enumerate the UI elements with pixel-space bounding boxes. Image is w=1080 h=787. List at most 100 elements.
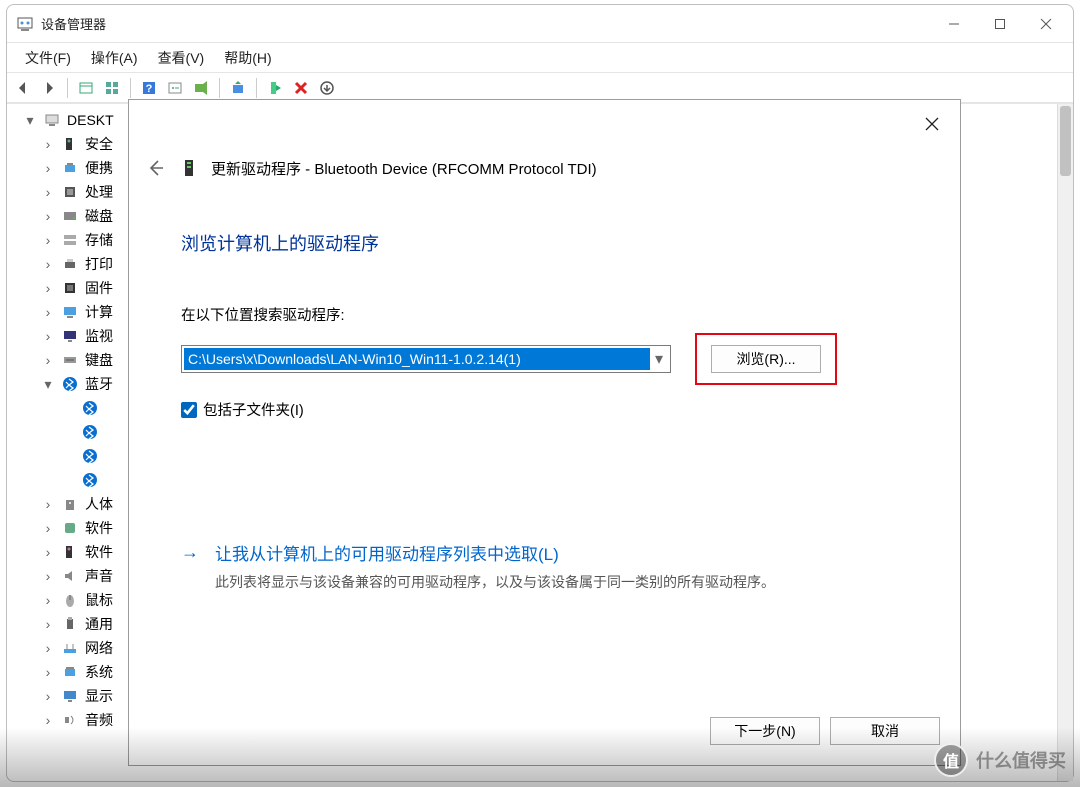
menu-action[interactable]: 操作(A): [81, 45, 148, 71]
tree-item-label: 软件: [85, 542, 113, 562]
bluetooth-icon: [81, 399, 99, 417]
tree-item-label: 监视: [85, 326, 113, 346]
back-button[interactable]: [141, 154, 169, 182]
chevron-icon[interactable]: ›: [41, 209, 55, 223]
pick-from-list-link[interactable]: 让我从计算机上的可用驱动程序列表中选取(L): [215, 540, 775, 565]
tree-item-label: 安全: [85, 134, 113, 154]
bluetooth-icon: [61, 375, 79, 393]
path-row: ▾ 浏览(R)...: [181, 333, 960, 385]
tree-item-label: 固件: [85, 278, 113, 298]
hid-icon: [61, 495, 79, 513]
chevron-icon[interactable]: ›: [41, 257, 55, 271]
show-hide-icon[interactable]: [74, 76, 98, 100]
chevron-icon[interactable]: ›: [41, 185, 55, 199]
back-icon[interactable]: [11, 76, 35, 100]
next-button[interactable]: 下一步(N): [710, 717, 820, 745]
browse-highlight: 浏览(R)...: [695, 333, 837, 385]
chevron-icon[interactable]: ›: [41, 137, 55, 151]
tree-root-label: DESKT: [67, 112, 114, 128]
section-title: 浏览计算机上的驱动程序: [181, 230, 960, 256]
uninstall-icon[interactable]: [315, 76, 339, 100]
include-subfolders-label[interactable]: 包括子文件夹(I): [203, 399, 304, 420]
chevron-icon[interactable]: ›: [41, 641, 55, 655]
close-button[interactable]: [1023, 9, 1069, 39]
watermark-logo: 值: [934, 743, 968, 777]
app-icon: [17, 16, 33, 32]
audio-icon: [61, 567, 79, 585]
scan-hardware-icon[interactable]: [189, 76, 213, 100]
tree-item-label: 存储: [85, 230, 113, 250]
chevron-icon[interactable]: ›: [41, 329, 55, 343]
chevron-icon[interactable]: ›: [41, 665, 55, 679]
computer-icon: [61, 303, 79, 321]
keyboard-icon: [61, 351, 79, 369]
chevron-icon[interactable]: ›: [41, 233, 55, 247]
menu-view[interactable]: 查看(V): [148, 45, 215, 71]
chevron-down-icon[interactable]: ▾: [650, 346, 668, 372]
sound-icon: [61, 711, 79, 729]
menu-file[interactable]: 文件(F): [15, 45, 81, 71]
svg-text:?: ?: [146, 83, 153, 95]
tree-item-label: 显示: [85, 686, 113, 706]
computer-icon: [43, 111, 61, 129]
system-icon: [61, 663, 79, 681]
minimize-button[interactable]: [931, 9, 977, 39]
cpu-icon: [61, 183, 79, 201]
tree-item-label: 音频: [85, 710, 113, 730]
chevron-icon[interactable]: ›: [41, 545, 55, 559]
browse-button[interactable]: 浏览(R)...: [711, 345, 821, 373]
enable-icon[interactable]: [263, 76, 287, 100]
include-subfolders-checkbox[interactable]: [181, 402, 197, 418]
arrow-right-icon: →: [181, 542, 199, 593]
chevron-icon[interactable]: ›: [41, 353, 55, 367]
tree-item-label: 软件: [85, 518, 113, 538]
dialog-close-button[interactable]: [912, 108, 952, 140]
path-input[interactable]: [184, 348, 650, 370]
include-subfolders-row: 包括子文件夹(I): [181, 399, 960, 420]
tree-item-label: 计算: [85, 302, 113, 322]
dialog-footer: 下一步(N) 取消: [710, 717, 940, 745]
dialog-title: 更新驱动程序 - Bluetooth Device (RFCOMM Protoc…: [211, 158, 597, 179]
forward-icon[interactable]: [37, 76, 61, 100]
disk-icon: [61, 207, 79, 225]
watermark-text: 什么值得买: [976, 747, 1066, 773]
maximize-button[interactable]: [977, 9, 1023, 39]
menubar: 文件(F) 操作(A) 查看(V) 帮助(H): [7, 43, 1073, 73]
menu-help[interactable]: 帮助(H): [214, 45, 281, 71]
tree-item-label: 网络: [85, 638, 113, 658]
pick-from-list-description: 此列表将显示与该设备兼容的可用驱动程序，以及与该设备属于同一类别的所有驱动程序。: [215, 574, 775, 590]
mouse-icon: [61, 591, 79, 609]
tree-item-label: 磁盘: [85, 206, 113, 226]
update-driver-toolbar-icon[interactable]: [226, 76, 250, 100]
cancel-button[interactable]: 取消: [830, 717, 940, 745]
remove-icon[interactable]: [289, 76, 313, 100]
path-combobox[interactable]: ▾: [181, 345, 671, 373]
chevron-icon[interactable]: ›: [41, 305, 55, 319]
scrollbar-vertical[interactable]: [1057, 104, 1073, 781]
dialog-header: 更新驱动程序 - Bluetooth Device (RFCOMM Protoc…: [129, 100, 960, 182]
chevron-icon[interactable]: ›: [41, 593, 55, 607]
chevron-down-icon[interactable]: ▾: [23, 113, 37, 127]
view-icon[interactable]: [100, 76, 124, 100]
chevron-icon[interactable]: ›: [41, 281, 55, 295]
watermark: 值 什么值得买: [934, 743, 1066, 777]
bluetooth-icon: [81, 447, 99, 465]
software2-icon: [61, 543, 79, 561]
chevron-icon[interactable]: ›: [41, 569, 55, 583]
tree-item-label: 打印: [85, 254, 113, 274]
update-driver-dialog: 更新驱动程序 - Bluetooth Device (RFCOMM Protoc…: [128, 99, 961, 766]
chevron-icon[interactable]: ›: [41, 689, 55, 703]
help-icon[interactable]: ?: [137, 76, 161, 100]
chevron-icon[interactable]: ›: [41, 521, 55, 535]
pick-from-list-row: → 让我从计算机上的可用驱动程序列表中选取(L) 此列表将显示与该设备兼容的可用…: [181, 540, 908, 593]
chevron-icon[interactable]: ›: [41, 161, 55, 175]
chevron-icon[interactable]: ▾: [41, 377, 55, 391]
bluetooth-icon: [81, 471, 99, 489]
security-icon: [61, 135, 79, 153]
chevron-icon[interactable]: ›: [41, 497, 55, 511]
storage-icon: [61, 231, 79, 249]
properties-icon[interactable]: [163, 76, 187, 100]
chevron-icon[interactable]: ›: [41, 713, 55, 727]
tree-item-label: 便携: [85, 158, 113, 178]
chevron-icon[interactable]: ›: [41, 617, 55, 631]
